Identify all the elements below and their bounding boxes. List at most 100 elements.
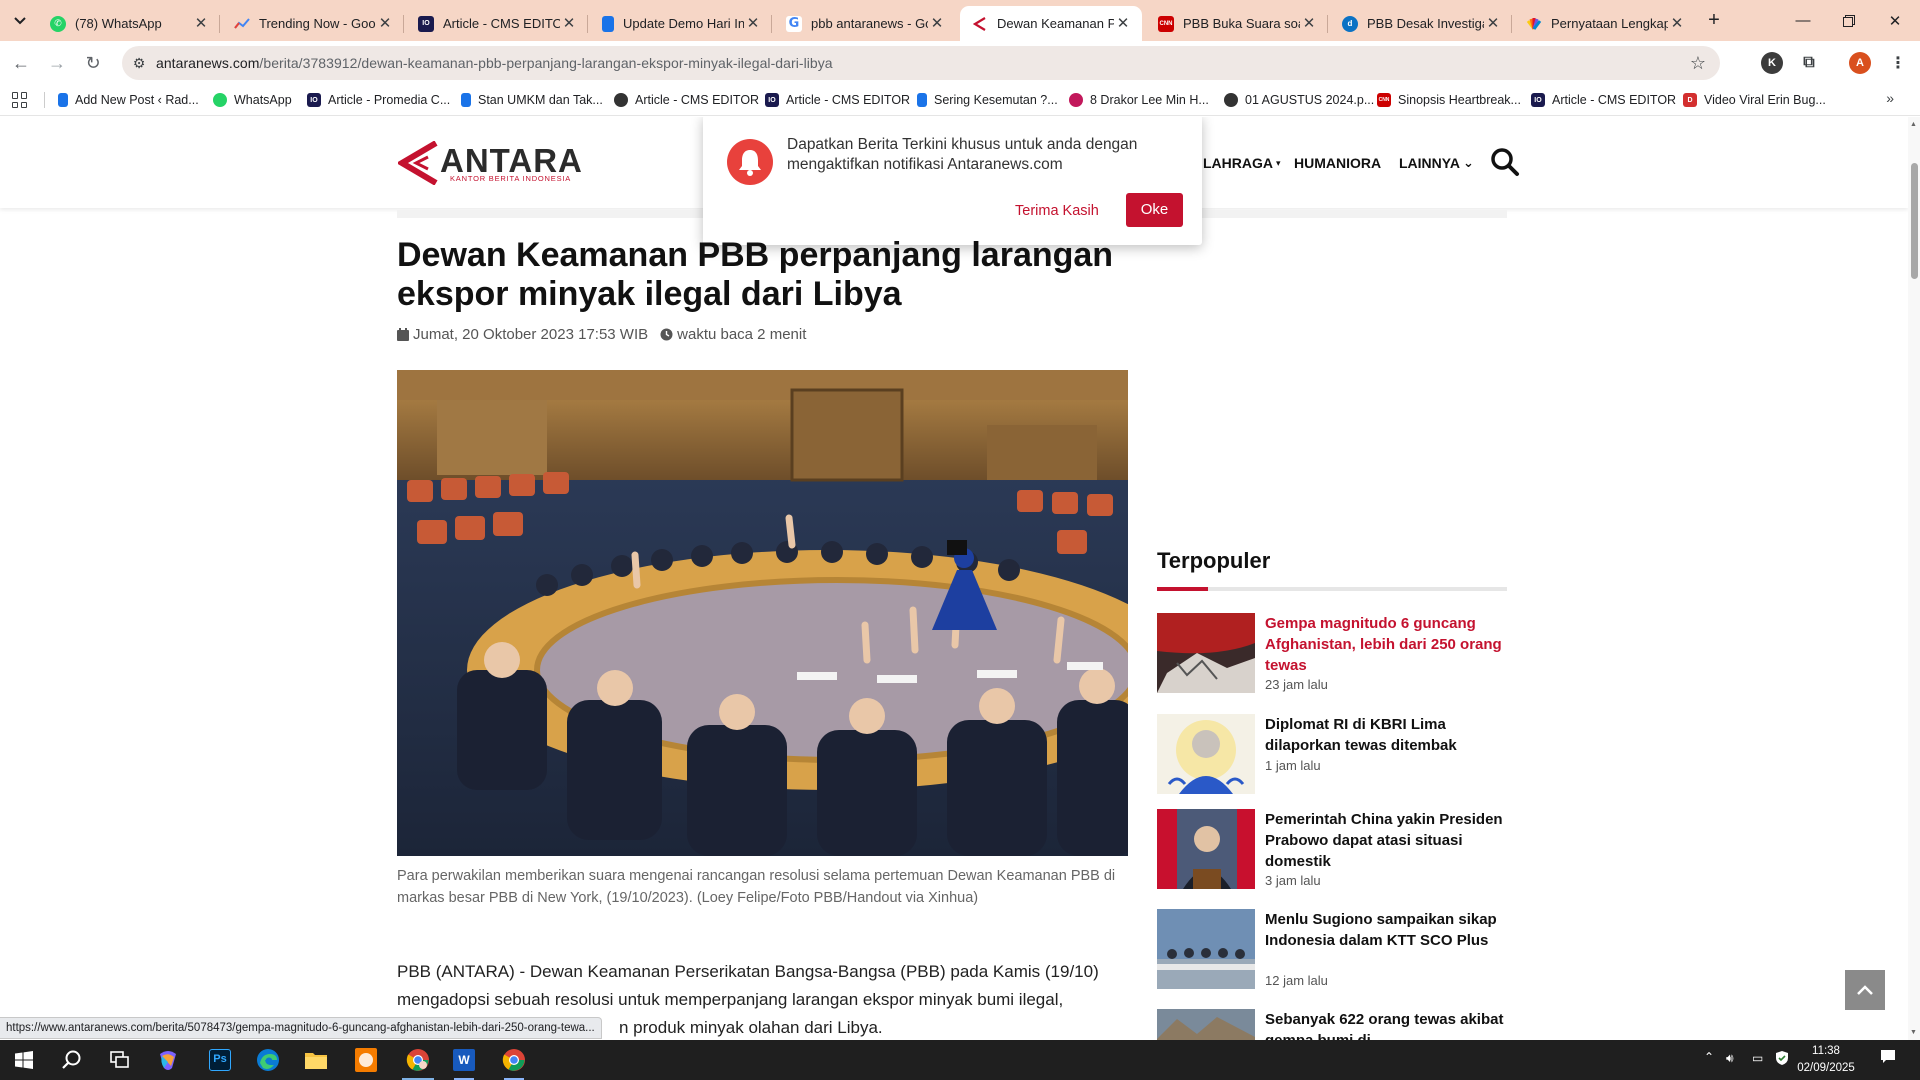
close-tab-icon[interactable]: ✕ — [376, 15, 394, 33]
popular-item-title[interactable]: Diplomat RI di KBRI Lima dilaporkan tewa… — [1265, 714, 1507, 756]
close-window-button[interactable]: ✕ — [1872, 0, 1918, 41]
restore-button[interactable] — [1826, 0, 1872, 41]
tab-cms-editor[interactable]: IO Article - CMS EDITOR ✕ — [406, 6, 588, 41]
close-tab-icon[interactable]: ✕ — [1114, 15, 1132, 33]
nav-lainnya[interactable]: LAINNYA ⌄ — [1399, 155, 1474, 171]
bookmark-item[interactable]: Add New Post ‹ Rad... — [58, 91, 199, 109]
bookmark-item[interactable]: D Video Viral Erin Bug... — [1683, 91, 1826, 109]
profile-k-icon[interactable]: K — [1761, 52, 1783, 74]
bookmark-item[interactable]: Sering Kesemutan ?... — [917, 91, 1058, 109]
popular-section-title: Terpopuler — [1157, 548, 1271, 573]
bookmark-label: Add New Post ‹ Rad... — [75, 93, 199, 107]
taskbar-clock[interactable]: 11:38 02/09/2025 — [1796, 1043, 1856, 1077]
close-tab-icon[interactable]: ✕ — [744, 15, 762, 33]
close-tab-icon[interactable]: ✕ — [192, 15, 210, 33]
reload-button[interactable]: ↻ — [78, 48, 108, 78]
bookmark-item[interactable]: CNN Sinopsis Heartbreak... — [1377, 91, 1521, 109]
bookmark-item[interactable]: 01 AGUSTUS 2024.p... — [1224, 91, 1374, 109]
popular-item-title[interactable]: Menlu Sugiono sampaikan sikap Indonesia … — [1265, 909, 1507, 951]
presentation-app[interactable] — [342, 1040, 390, 1080]
thumbnail-image[interactable] — [1157, 809, 1255, 889]
popular-item-title[interactable]: Sebanyak 622 orang tewas akibat gempa bu… — [1265, 1009, 1507, 1040]
popular-item-title[interactable]: Pemerintah China yakin Presiden Prabowo … — [1265, 809, 1507, 872]
tray-chevron-up-icon[interactable]: ⌃ — [1704, 1050, 1714, 1064]
file-explorer-app[interactable] — [292, 1040, 340, 1080]
address-bar[interactable]: ⚙ antaranews.com/berita/3783912/dewan-ke… — [122, 46, 1720, 80]
search-taskbar-button[interactable] — [48, 1040, 96, 1080]
chrome-app-active[interactable] — [394, 1040, 442, 1080]
bookmark-item[interactable]: IO Article - Promedia C... — [307, 91, 450, 109]
tab-detik[interactable]: d PBB Desak Investigas ✕ — [1330, 6, 1512, 41]
task-view-button[interactable] — [96, 1040, 144, 1080]
bookmark-label: Sering Kesemutan ?... — [934, 93, 1058, 107]
profile-avatar[interactable]: A — [1849, 52, 1871, 74]
start-button[interactable] — [0, 1040, 48, 1080]
close-tab-icon[interactable]: ✕ — [560, 15, 578, 33]
close-tab-icon[interactable]: ✕ — [1484, 15, 1502, 33]
popular-item[interactable]: Pemerintah China yakin Presiden Prabowo … — [1157, 809, 1507, 899]
scroll-up-arrow-icon[interactable]: ▲ — [1910, 121, 1917, 128]
bookmark-item[interactable]: IO Article - CMS EDITOR — [1531, 91, 1676, 109]
bookmark-item[interactable]: Article - CMS EDITOR — [614, 91, 759, 109]
antara-logo[interactable]: ANTARA KANTOR BERITA INDONESIA — [398, 141, 583, 185]
tab-update-demo[interactable]: Update Demo Hari In ✕ — [590, 6, 772, 41]
bookmark-item[interactable]: Stan UMKM dan Tak... — [461, 91, 603, 109]
whatsapp-icon: ✆ — [50, 15, 66, 32]
extensions-icon[interactable]: ⧉ — [1798, 52, 1820, 74]
chrome-app-second[interactable] — [490, 1040, 538, 1080]
tab-google-search[interactable]: G pbb antaranews - Go ✕ — [774, 6, 956, 41]
close-tab-icon[interactable]: ✕ — [1668, 15, 1686, 33]
tab-cnn[interactable]: CNN PBB Buka Suara soal ✕ — [1146, 6, 1328, 41]
back-to-top-button[interactable] — [1845, 970, 1885, 1010]
word-icon: W — [453, 1049, 475, 1071]
nav-humaniora[interactable]: HUMANIORA — [1294, 155, 1381, 171]
close-tab-icon[interactable]: ✕ — [928, 15, 946, 33]
search-icon — [62, 1050, 81, 1069]
copilot-app[interactable] — [144, 1040, 192, 1080]
search-icon[interactable] — [1490, 147, 1520, 177]
tab-trending[interactable]: Trending Now - Goog ✕ — [222, 6, 404, 41]
chrome-menu-icon[interactable]: ⋮ — [1887, 52, 1909, 74]
thumbnail-image[interactable] — [1157, 714, 1255, 794]
word-app[interactable]: W — [440, 1040, 488, 1080]
tab-search-button[interactable] — [8, 9, 32, 33]
browser-toolbar: ← → ↻ ⚙ antaranews.com/berita/3783912/de… — [0, 41, 1920, 84]
bookmark-star-icon[interactable]: ☆ — [1690, 53, 1706, 74]
new-tab-button[interactable]: + — [1702, 9, 1726, 33]
tab-whatsapp[interactable]: ✆ (78) WhatsApp ✕ — [38, 6, 220, 41]
accept-notification-button[interactable]: Oke — [1126, 193, 1183, 227]
article-hero-image[interactable] — [397, 370, 1128, 856]
popular-item-title[interactable]: Gempa magnitudo 6 guncang Afghanistan, l… — [1265, 613, 1507, 676]
close-tab-icon[interactable]: ✕ — [1300, 15, 1318, 33]
popular-item-time: 3 jam lalu — [1265, 873, 1321, 888]
nav-olahraga[interactable]: LAHRAGA ▾ — [1203, 155, 1281, 171]
thumbnail-image[interactable] — [1157, 909, 1255, 989]
forward-button[interactable]: → — [42, 48, 72, 78]
bookmark-item[interactable]: 8 Drakor Lee Min H... — [1069, 91, 1209, 109]
tab-nbc[interactable]: Pernyataan Lengkap ✕ — [1514, 6, 1696, 41]
bookmark-item[interactable]: IO Article - CMS EDITOR — [765, 91, 910, 109]
popular-item[interactable]: Menlu Sugiono sampaikan sikap Indonesia … — [1157, 909, 1507, 999]
tab-antara-active[interactable]: Dewan Keamanan PB ✕ — [960, 6, 1142, 41]
page-scrollbar[interactable]: ▲ ▼ — [1908, 117, 1920, 1040]
minimize-button[interactable]: — — [1780, 0, 1826, 41]
back-button[interactable]: ← — [6, 48, 36, 78]
scrollbar-thumb[interactable] — [1911, 163, 1918, 279]
security-shield-icon[interactable] — [1776, 1051, 1788, 1068]
site-info-icon[interactable]: ⚙ — [122, 55, 156, 72]
edge-app[interactable] — [244, 1040, 292, 1080]
bookmark-item[interactable]: WhatsApp — [213, 91, 292, 109]
scroll-down-arrow-icon[interactable]: ▼ — [1910, 1029, 1917, 1036]
popular-item[interactable]: Gempa magnitudo 6 guncang Afghanistan, l… — [1157, 613, 1507, 703]
volume-icon[interactable]: 🔊︎ — [1726, 1051, 1734, 1066]
photoshop-app[interactable]: Ps — [196, 1040, 244, 1080]
decline-notification-button[interactable]: Terima Kasih — [1009, 198, 1105, 224]
more-bookmarks-icon[interactable]: » — [1886, 90, 1894, 106]
thumbnail-image[interactable] — [1157, 1009, 1255, 1040]
notifications-icon[interactable] — [1880, 1049, 1896, 1068]
popular-item[interactable]: Sebanyak 622 orang tewas akibat gempa bu… — [1157, 1009, 1507, 1040]
popular-item[interactable]: Diplomat RI di KBRI Lima dilaporkan tewa… — [1157, 714, 1507, 804]
network-icon[interactable]: ▭ — [1752, 1051, 1763, 1065]
apps-grid-icon[interactable] — [12, 92, 28, 108]
thumbnail-image[interactable] — [1157, 613, 1255, 693]
